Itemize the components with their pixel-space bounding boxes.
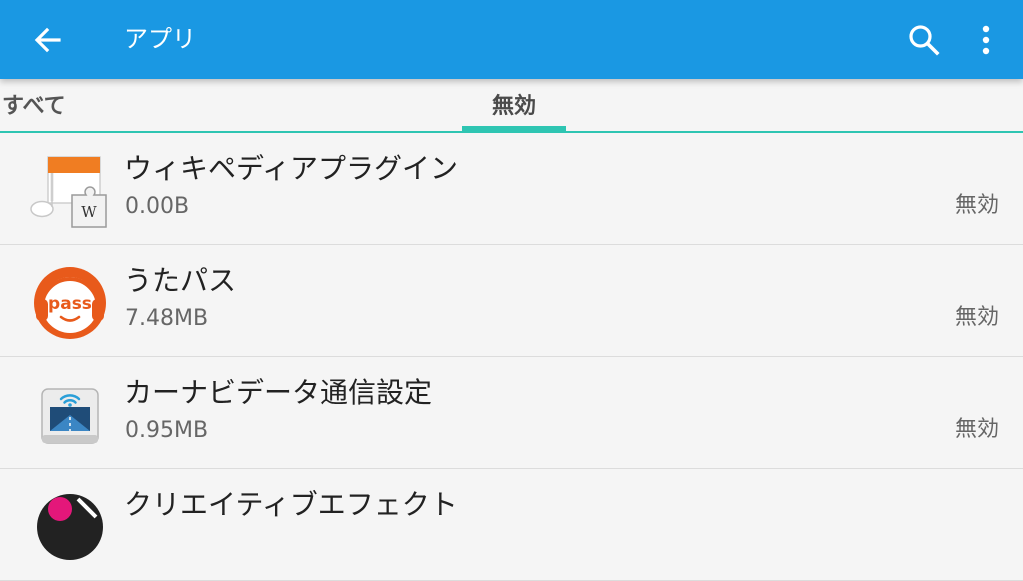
wikipedia-badge: W xyxy=(81,203,97,221)
list-item[interactable]: カーナビデータ通信設定 0.95MB 無効 xyxy=(0,357,1023,469)
app-name: うたパス xyxy=(124,264,237,297)
back-button[interactable] xyxy=(22,17,74,63)
list-item[interactable]: W ウィキペディアプラグイン 0.00B 無効 xyxy=(0,133,1023,245)
page-title: アプリ xyxy=(124,25,196,53)
tab-all[interactable]: すべて xyxy=(2,79,66,133)
tab-indicator xyxy=(462,126,566,131)
list-item[interactable]: pass うたパス 7.48MB 無効 xyxy=(0,245,1023,357)
app-name: ウィキペディアプラグイン xyxy=(124,152,459,185)
app-size: 0.00B xyxy=(125,194,190,219)
creative-effect-icon xyxy=(28,487,112,567)
more-options-button[interactable] xyxy=(962,16,1010,64)
app-bar: アプリ xyxy=(0,0,1023,79)
app-size: 7.48MB xyxy=(125,306,209,331)
app-status: 無効 xyxy=(954,193,999,218)
arrow-left-icon xyxy=(34,27,61,53)
app-list: W ウィキペディアプラグイン 0.00B 無効 pass うたパス 7.48MB… xyxy=(0,133,1023,581)
list-item[interactable]: クリエイティブエフェクト xyxy=(0,469,1023,581)
more-vert-icon xyxy=(982,25,990,55)
app-name: クリエイティブエフェクト xyxy=(124,488,458,521)
wikipedia-plugin-icon: W xyxy=(28,151,112,231)
utapass-icon: pass xyxy=(28,263,112,343)
app-name: カーナビデータ通信設定 xyxy=(124,376,433,409)
app-status: 無効 xyxy=(954,305,999,330)
tab-disabled[interactable]: 無効 xyxy=(462,79,566,133)
search-button[interactable] xyxy=(898,16,950,64)
app-size: 0.95MB xyxy=(125,418,209,443)
car-navi-data-icon xyxy=(28,375,112,455)
search-icon xyxy=(909,25,940,56)
tab-bar: すべて 無効 xyxy=(0,79,1023,133)
utapass-badge: pass xyxy=(48,294,92,314)
app-status: 無効 xyxy=(954,417,999,442)
